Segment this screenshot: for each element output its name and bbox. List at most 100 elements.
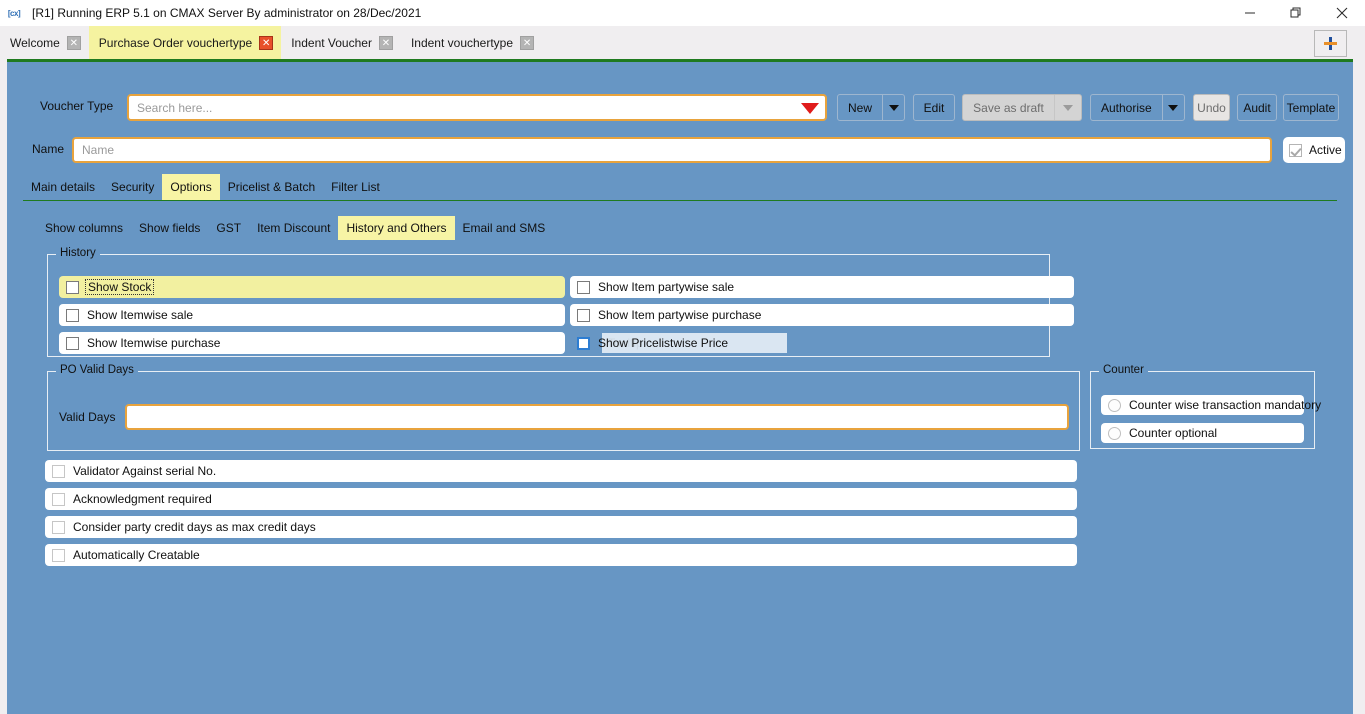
tab-main-details[interactable]: Main details	[23, 174, 103, 200]
checkbox-icon	[52, 548, 65, 562]
tab-label: Filter List	[331, 180, 380, 194]
checkbox-icon	[52, 492, 65, 506]
checkbox-icon	[66, 336, 79, 350]
tab-item-discount[interactable]: Item Discount	[249, 216, 338, 240]
document-tabbar: Welcome ✕ Purchase Order vouchertype ✕ I…	[0, 26, 1365, 59]
primary-tabstrip: Main details Security Options Pricelist …	[23, 174, 1337, 201]
voucher-type-search-input[interactable]: Search here...	[127, 94, 827, 121]
search-placeholder: Search here...	[137, 100, 213, 115]
checkbox-label: Show Itemwise sale	[87, 308, 194, 322]
tab-filter-list[interactable]: Filter List	[323, 174, 388, 200]
checkbox-show-pricelistwise-price[interactable]: Show Pricelistwise Price	[570, 332, 1074, 354]
undo-button-label: Undo	[1197, 100, 1226, 115]
tab-label: Show columns	[45, 221, 124, 235]
name-input[interactable]: Name	[72, 137, 1272, 163]
checkbox-show-item-partywise-purchase[interactable]: Show Item partywise purchase	[570, 304, 1074, 326]
close-icon[interactable]: ✕	[378, 35, 393, 50]
tab-label: Pricelist & Batch	[227, 180, 316, 194]
voucher-type-row: Voucher Type Search here... New Edit Sav…	[7, 94, 1353, 122]
tab-label: Options	[170, 180, 212, 194]
checkbox-acknowledgment-required[interactable]: Acknowledgment required	[45, 488, 1077, 510]
chevron-down-icon[interactable]	[1054, 95, 1081, 120]
checkbox-consider-party-credit-days[interactable]: Consider party credit days as max credit…	[45, 516, 1077, 538]
cx-logo-icon: [cx]	[7, 8, 21, 18]
checkbox-label: Validator Against serial No.	[73, 464, 217, 478]
audit-button-label: Audit	[1243, 100, 1271, 115]
tab-history-and-others[interactable]: History and Others	[338, 216, 455, 240]
tab-label: Show fields	[139, 221, 201, 235]
undo-button[interactable]: Undo	[1193, 94, 1230, 121]
checkbox-label: Consider party credit days as max credit…	[73, 520, 316, 534]
tab-label: History and Others	[346, 221, 447, 235]
tab-gst[interactable]: GST	[208, 216, 249, 240]
checkbox-validator-against-serial-no[interactable]: Validator Against serial No.	[45, 460, 1077, 482]
tab-label: Main details	[31, 180, 96, 194]
radio-counter-optional[interactable]: Counter optional	[1101, 423, 1304, 443]
radio-label: Counter optional	[1129, 426, 1218, 440]
close-icon[interactable]: ✕	[66, 35, 81, 50]
checkbox-label: Show Stock	[85, 279, 155, 295]
tab-security[interactable]: Security	[103, 174, 162, 200]
checkbox-show-itemwise-sale[interactable]: Show Itemwise sale	[59, 304, 565, 326]
new-button-label: New	[848, 100, 873, 115]
po-valid-days-groupbox-title: PO Valid Days	[56, 364, 138, 376]
checkbox-show-stock[interactable]: Show Stock	[59, 276, 565, 298]
tab-show-fields[interactable]: Show fields	[131, 216, 208, 240]
tab-indent-voucher[interactable]: Indent Voucher ✕	[281, 26, 401, 59]
close-icon[interactable]	[1319, 0, 1365, 26]
active-label: Active	[1309, 143, 1342, 157]
tab-indent-vouchertype[interactable]: Indent vouchertype ✕	[401, 26, 542, 59]
radio-counter-wise-transaction-mandatory[interactable]: Counter wise transaction mandatory	[1101, 395, 1321, 415]
counter-groupbox-title: Counter	[1099, 364, 1148, 376]
checkbox-icon	[577, 336, 590, 350]
edit-button[interactable]: Edit	[913, 94, 955, 121]
history-groupbox-title: History	[56, 247, 100, 259]
template-button[interactable]: Template	[1283, 94, 1339, 121]
plus-icon	[1324, 37, 1337, 50]
tab-purchase-order-vouchertype[interactable]: Purchase Order vouchertype ✕	[88, 26, 282, 59]
checkbox-label: Show Pricelistwise Price	[598, 336, 729, 350]
tab-show-columns[interactable]: Show columns	[37, 216, 131, 240]
active-checkbox[interactable]: Active	[1283, 137, 1345, 163]
tab-welcome[interactable]: Welcome ✕	[0, 26, 89, 59]
window-titlebar: [cx] [R1] Running ERP 5.1 on CMAX Server…	[0, 0, 1365, 26]
dropdown-arrow-icon[interactable]	[801, 103, 819, 114]
authorise-button[interactable]: Authorise	[1090, 94, 1185, 121]
minimize-icon[interactable]	[1227, 0, 1273, 26]
valid-days-input[interactable]	[125, 404, 1069, 430]
add-tab-button[interactable]	[1314, 30, 1347, 57]
voucher-type-label: Voucher Type	[40, 99, 114, 113]
checkbox-icon	[66, 308, 79, 322]
checkbox-show-itemwise-purchase[interactable]: Show Itemwise purchase	[59, 332, 565, 354]
checkbox-icon	[52, 464, 65, 478]
name-row: Name Name Active	[7, 137, 1353, 165]
radio-icon	[1108, 398, 1121, 412]
close-icon[interactable]: ✕	[520, 35, 535, 50]
tab-label: Welcome	[10, 35, 60, 50]
save-as-draft-button[interactable]: Save as draft	[962, 94, 1082, 121]
checkbox-label: Acknowledgment required	[73, 492, 212, 506]
close-icon[interactable]: ✕	[259, 35, 274, 50]
tab-label: GST	[216, 221, 242, 235]
checkbox-icon	[52, 520, 65, 534]
tab-options[interactable]: Options	[162, 174, 220, 200]
tab-label: Purchase Order vouchertype	[98, 35, 253, 50]
authorise-button-label: Authorise	[1101, 100, 1152, 115]
checkbox-show-item-partywise-sale[interactable]: Show Item partywise sale	[570, 276, 1074, 298]
radio-icon	[1108, 426, 1121, 440]
tab-email-and-sms[interactable]: Email and SMS	[455, 216, 554, 240]
tab-label: Security	[111, 180, 155, 194]
checkbox-automatically-creatable[interactable]: Automatically Creatable	[45, 544, 1077, 566]
chevron-down-icon[interactable]	[1161, 95, 1184, 120]
new-button[interactable]: New	[837, 94, 905, 121]
checkbox-label: Automatically Creatable	[73, 548, 200, 562]
checkbox-label: Show Item partywise sale	[598, 280, 735, 294]
valid-days-label: Valid Days	[59, 410, 116, 424]
save-as-draft-label: Save as draft	[973, 100, 1044, 115]
checkbox-icon	[1289, 143, 1302, 157]
restore-icon[interactable]	[1273, 0, 1319, 26]
chevron-down-icon[interactable]	[882, 95, 904, 120]
audit-button[interactable]: Audit	[1237, 94, 1277, 121]
tab-pricelist-and-batch[interactable]: Pricelist & Batch	[220, 174, 323, 200]
edit-button-label: Edit	[923, 100, 945, 115]
